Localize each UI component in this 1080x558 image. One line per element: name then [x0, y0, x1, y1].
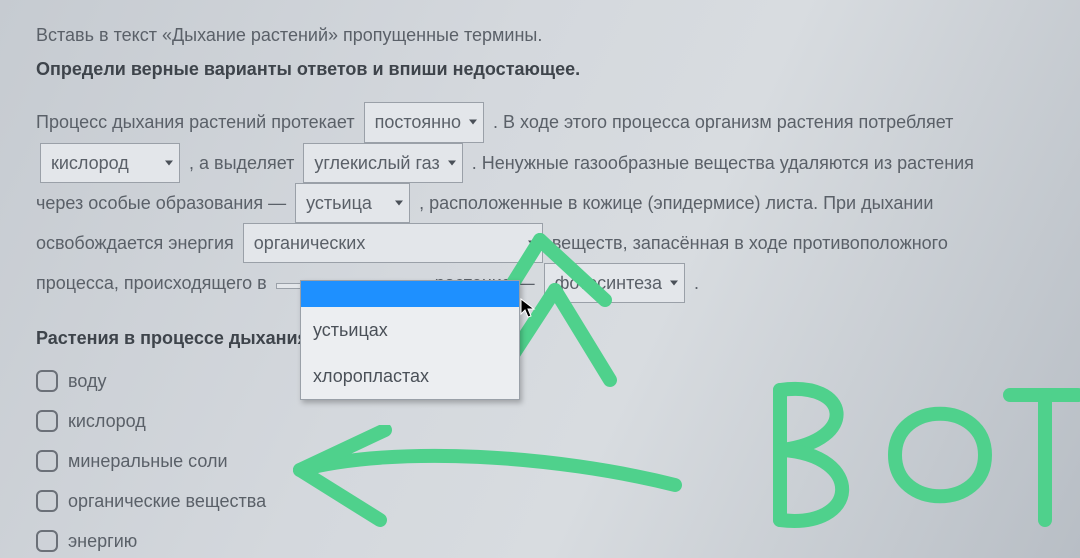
fill-passage: Процесс дыхания растений протекает посто… — [36, 102, 1044, 303]
dropdown-menu[interactable]: устьицах хлоропластах — [300, 280, 520, 400]
mouse-cursor-icon — [520, 298, 536, 320]
dropdown-option-blank-selected[interactable] — [301, 281, 519, 307]
chevron-down-icon — [469, 120, 477, 125]
select-1[interactable]: постоянно — [364, 102, 484, 142]
checkbox-label: кислород — [68, 404, 146, 438]
checkbox-label: минеральные соли — [68, 444, 228, 478]
passage-text: . — [694, 273, 699, 293]
passage-text: , расположенные в кожице (эпидермисе) ли… — [419, 193, 933, 213]
checkbox-icon[interactable] — [36, 410, 58, 432]
checkbox-label: воду — [68, 364, 106, 398]
chevron-down-icon — [448, 160, 456, 165]
select-3[interactable]: углекислый газ — [303, 143, 462, 183]
checkbox-icon[interactable] — [36, 450, 58, 472]
instruction-line-2: Определи верные варианты ответов и впиши… — [36, 52, 1044, 86]
checkbox-label: энергию — [68, 524, 137, 558]
passage-text: . Ненужные газообразные вещества удаляют… — [472, 153, 974, 173]
instruction-line-1: Вставь в текст «Дыхание растений» пропущ… — [36, 18, 1044, 52]
chevron-down-icon — [395, 200, 403, 205]
select-7[interactable]: фотосинтеза — [544, 263, 685, 303]
chevron-down-icon — [670, 281, 678, 286]
chevron-down-icon — [528, 241, 536, 246]
passage-text: , а выделяет — [189, 153, 294, 173]
select-5[interactable]: органических — [243, 223, 543, 263]
select-2[interactable]: кислород — [40, 143, 180, 183]
checkbox-icon[interactable] — [36, 530, 58, 552]
checkbox-row[interactable]: минеральные соли — [36, 444, 1044, 478]
checkbox-row[interactable]: воду — [36, 364, 1044, 398]
chevron-down-icon — [165, 160, 173, 165]
checkbox-list: воду кислород минеральные соли органичес… — [36, 364, 1044, 558]
dropdown-option[interactable]: устьицах — [301, 307, 519, 353]
question-2: Растения в процессе дыхания выделяют — [36, 321, 1044, 355]
checkbox-row[interactable]: органические вещества — [36, 484, 1044, 518]
checkbox-icon[interactable] — [36, 370, 58, 392]
select-4[interactable]: устьица — [295, 183, 410, 223]
checkbox-label: органические вещества — [68, 484, 266, 518]
checkbox-icon[interactable] — [36, 490, 58, 512]
passage-text: веществ, запасённая в ходе противоположн… — [552, 233, 948, 253]
passage-text: через особые образования — — [36, 193, 286, 213]
passage-text: процесса, происходящего в — [36, 273, 267, 293]
instructions: Вставь в текст «Дыхание растений» пропущ… — [36, 18, 1044, 86]
passage-text: . В ходе этого процесса организм растени… — [493, 112, 953, 132]
dropdown-option[interactable]: хлоропластах — [301, 353, 519, 399]
checkbox-row[interactable]: энергию — [36, 524, 1044, 558]
passage-text: Процесс дыхания растений протекает — [36, 112, 355, 132]
checkbox-row[interactable]: кислород — [36, 404, 1044, 438]
passage-text: освобождается энергия — [36, 233, 234, 253]
